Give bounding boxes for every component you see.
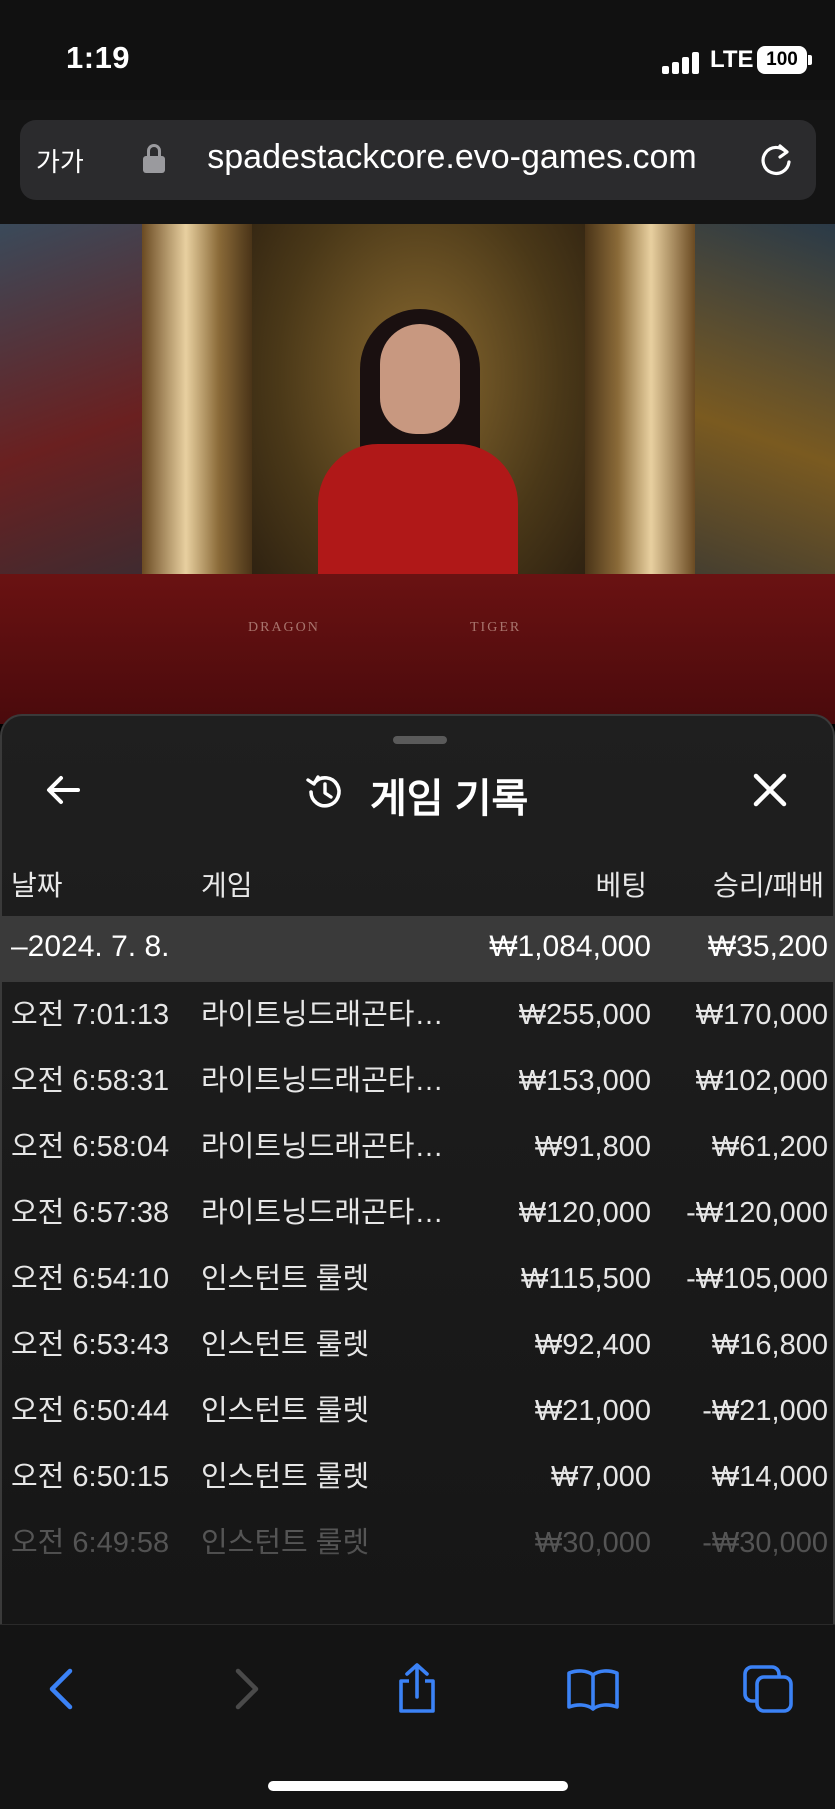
browser-address-area: 가가 spadestackcore.evo-games.com <box>0 100 835 224</box>
browser-toolbar <box>0 1624 835 1809</box>
back-chevron-icon[interactable] <box>36 1661 92 1717</box>
dealer-face <box>380 324 460 434</box>
battery-tip <box>808 55 812 65</box>
column-header-game: 게임 <box>201 870 253 901</box>
history-icon <box>306 775 341 808</box>
table-label-dragon: DRAGON <box>248 620 320 635</box>
close-icon[interactable] <box>748 768 792 812</box>
date-group-bet-total: ₩1,084,000 <box>489 930 651 963</box>
row-time: 오전 6:58:04 <box>11 1131 170 1163</box>
row-time: 오전 7:01:13 <box>11 999 170 1031</box>
row-game: 인스턴트 룰렛 <box>201 1461 370 1493</box>
column-header-bet: 베팅 <box>595 870 647 901</box>
row-bet: ₩92,400 <box>534 1329 651 1361</box>
sheet-title: 게임 기록 <box>370 777 529 821</box>
row-time: 오전 6:50:44 <box>11 1395 170 1427</box>
row-game: 라이트닝드래곤타이거 <box>201 1131 446 1163</box>
table-row[interactable]: 오전 6:50:15 인스턴트 룰렛 ₩7,000 ₩14,000 <box>2 1444 833 1510</box>
row-bet: ₩7,000 <box>551 1461 651 1493</box>
row-time: 오전 6:53:43 <box>11 1329 170 1361</box>
row-win-loss: -₩21,000 <box>702 1395 828 1427</box>
network-type: LTE <box>710 46 754 73</box>
game-table <box>0 574 835 724</box>
live-dealer-video: DRAGON TIGER <box>0 224 835 724</box>
date-group-date: –2024. 7. 8. <box>11 930 170 963</box>
row-bet: ₩255,000 <box>518 999 651 1031</box>
row-win-loss: ₩14,000 <box>711 1461 828 1493</box>
share-icon[interactable] <box>389 1661 445 1717</box>
bookmarks-icon[interactable] <box>565 1661 621 1717</box>
date-group-win-loss-total: ₩35,200 <box>707 930 828 963</box>
row-bet: ₩120,000 <box>518 1197 651 1229</box>
date-group-header[interactable]: –2024. 7. 8. ₩1,084,000 ₩35,200 <box>2 916 833 982</box>
scroll-fade <box>2 1546 833 1624</box>
reload-icon[interactable] <box>756 140 796 180</box>
table-row[interactable]: 오전 6:57:38 라이트닝드래곤타이거 ₩120,000 -₩120,000 <box>2 1180 833 1246</box>
row-bet: ₩153,000 <box>518 1065 651 1097</box>
row-game: 라이트닝드래곤타이거 <box>201 1065 446 1097</box>
row-win-loss: ₩102,000 <box>695 1065 828 1097</box>
table-row[interactable]: 오전 6:58:31 라이트닝드래곤타이거 ₩153,000 ₩102,000 <box>2 1048 833 1114</box>
table-row[interactable]: 오전 6:53:43 인스턴트 룰렛 ₩92,400 ₩16,800 <box>2 1312 833 1378</box>
row-bet: ₩21,000 <box>534 1395 651 1427</box>
dealer-body <box>318 444 518 584</box>
row-win-loss: ₩61,200 <box>711 1131 828 1163</box>
table-row[interactable]: 오전 7:01:13 라이트닝드래곤타이거 ₩255,000 ₩170,000 <box>2 982 833 1048</box>
row-game: 인스턴트 룰렛 <box>201 1329 370 1361</box>
row-time: 오전 6:57:38 <box>11 1197 170 1229</box>
game-history-sheet: 게임 기록 날짜 게임 베팅 승리/패배 –2024. 7. 8. ₩1,084… <box>0 714 835 1624</box>
tabs-icon[interactable] <box>741 1661 797 1717</box>
row-time: 오전 6:58:31 <box>11 1065 170 1097</box>
row-win-loss: ₩170,000 <box>695 999 828 1031</box>
row-win-loss: -₩105,000 <box>686 1263 828 1295</box>
status-time: 1:19 <box>66 40 131 75</box>
column-header-win-loss: 승리/패배 <box>713 870 824 901</box>
row-bet: ₩115,500 <box>520 1263 651 1295</box>
row-game: 인스턴트 룰렛 <box>201 1263 370 1295</box>
url-text[interactable]: spadestackcore.evo-games.com <box>162 138 742 177</box>
sheet-grabber[interactable] <box>393 736 447 744</box>
right-pillar <box>585 224 695 604</box>
row-game: 인스턴트 룰렛 <box>201 1395 370 1427</box>
text-size-button[interactable]: 가가 <box>36 142 84 179</box>
row-time: 오전 6:50:15 <box>11 1461 170 1493</box>
table-row[interactable]: 오전 6:54:10 인스턴트 룰렛 ₩115,500 -₩105,000 <box>2 1246 833 1312</box>
address-bar[interactable]: 가가 spadestackcore.evo-games.com <box>20 120 816 200</box>
row-time: 오전 6:54:10 <box>11 1263 170 1295</box>
table-row[interactable]: 오전 6:50:44 인스턴트 룰렛 ₩21,000 -₩21,000 <box>2 1378 833 1444</box>
home-indicator[interactable] <box>268 1781 568 1791</box>
forward-chevron-icon[interactable] <box>216 1661 272 1717</box>
column-header-date: 날짜 <box>11 870 63 901</box>
battery-icon: 100 <box>757 46 807 74</box>
row-game: 라이트닝드래곤타이거 <box>201 1197 446 1229</box>
row-bet: ₩91,800 <box>534 1131 651 1163</box>
cellular-signal-icon <box>662 50 702 74</box>
back-arrow-icon[interactable] <box>42 768 86 812</box>
left-pillar <box>142 224 252 604</box>
table-label-tiger: TIGER <box>470 620 522 635</box>
row-win-loss: ₩16,800 <box>711 1329 828 1361</box>
row-game: 라이트닝드래곤타이거 <box>201 999 446 1031</box>
row-win-loss: -₩120,000 <box>686 1197 828 1229</box>
table-row[interactable]: 오전 6:58:04 라이트닝드래곤타이거 ₩91,800 ₩61,200 <box>2 1114 833 1180</box>
